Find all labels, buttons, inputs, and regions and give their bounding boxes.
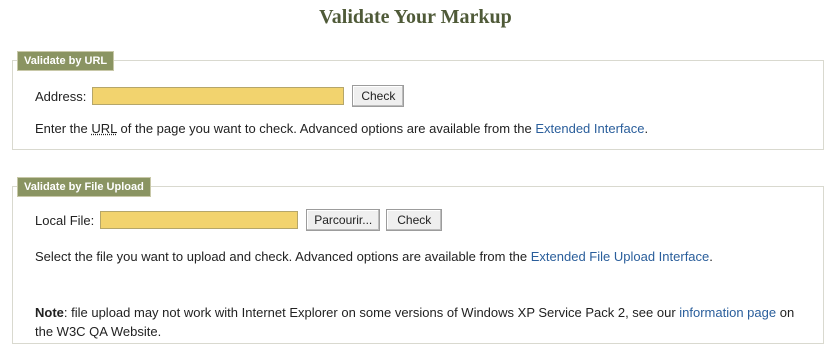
- validate-by-url-legend: Validate by URL: [17, 51, 115, 71]
- check-file-button[interactable]: Check: [386, 209, 443, 231]
- check-url-button[interactable]: Check: [352, 85, 405, 107]
- upload-note-text: Note: file upload may not work with Inte…: [35, 303, 795, 341]
- information-page-link[interactable]: information page: [679, 305, 776, 320]
- url-help-mid: of the page you want to check. Advanced …: [116, 121, 536, 136]
- validate-by-url-panel: Validate by URL Address: Check Enter the…: [12, 51, 824, 150]
- extended-interface-link[interactable]: Extended Interface: [535, 121, 644, 136]
- url-abbr: URL: [91, 121, 117, 136]
- browse-button[interactable]: Parcourir...: [306, 209, 381, 231]
- local-file-row: Local File: Parcourir... Check: [35, 209, 443, 231]
- upload-help-pre: Select the file you want to upload and c…: [35, 249, 531, 264]
- address-input[interactable]: [92, 87, 345, 105]
- url-help-text: Enter the URL of the page you want to ch…: [35, 119, 795, 138]
- upload-help-text: Select the file you want to upload and c…: [35, 247, 795, 266]
- upload-help-post: .: [709, 249, 713, 264]
- address-label: Address:: [35, 88, 87, 104]
- url-help-post: .: [644, 121, 649, 136]
- url-help-pre: Enter the: [35, 121, 92, 136]
- note-text: : file upload may not work with Internet…: [63, 305, 680, 320]
- address-row: Address: Check: [35, 85, 405, 107]
- local-file-input[interactable]: [100, 211, 299, 229]
- note-label: Note: [35, 305, 64, 320]
- local-file-label: Local File:: [35, 212, 95, 228]
- extended-file-upload-interface-link[interactable]: Extended File Upload Interface: [531, 249, 710, 264]
- validate-by-file-upload-panel: Validate by File Upload Local File: Parc…: [12, 177, 824, 344]
- page-title: Validate Your Markup: [319, 6, 512, 28]
- validate-by-file-upload-legend: Validate by File Upload: [17, 177, 151, 197]
